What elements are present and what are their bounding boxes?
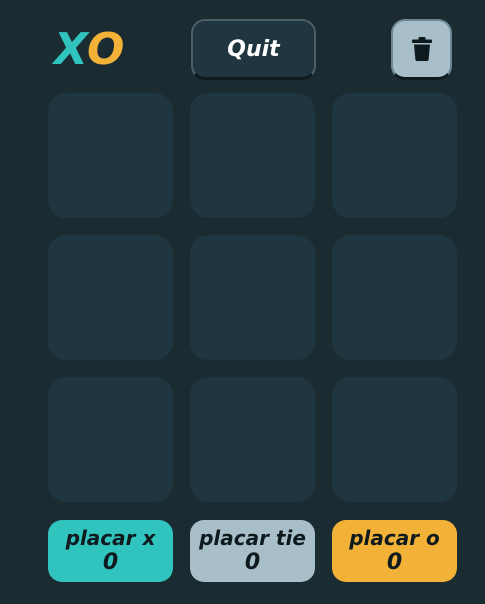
game-board — [48, 93, 458, 502]
score-o: placar o 0 — [332, 520, 457, 582]
quit-button[interactable]: Quit — [191, 19, 316, 80]
score-x-value: 0 — [102, 549, 119, 575]
score-tie-value: 0 — [244, 549, 261, 575]
score-x: placar x 0 — [48, 520, 173, 582]
board-cell[interactable] — [190, 377, 315, 502]
board-cell[interactable] — [332, 377, 457, 502]
score-o-value: 0 — [386, 549, 403, 575]
board-cell[interactable] — [48, 93, 173, 218]
score-tie: placar tie 0 — [190, 520, 315, 582]
logo: XO — [54, 22, 124, 76]
scoreboard: placar x 0 placar tie 0 placar o 0 — [48, 520, 458, 582]
logo-x: X — [54, 23, 88, 75]
score-tie-label: placar tie — [199, 525, 306, 550]
board-cell[interactable] — [190, 93, 315, 218]
reset-button[interactable] — [391, 19, 452, 80]
score-o-label: placar o — [349, 525, 440, 550]
score-x-label: placar x — [65, 525, 156, 550]
board-cell[interactable] — [190, 235, 315, 360]
board-cell[interactable] — [48, 377, 173, 502]
board-cell[interactable] — [48, 235, 173, 360]
board-cell[interactable] — [332, 235, 457, 360]
logo-o: O — [86, 23, 124, 75]
trash-icon — [411, 37, 432, 61]
board-cell[interactable] — [332, 93, 457, 218]
